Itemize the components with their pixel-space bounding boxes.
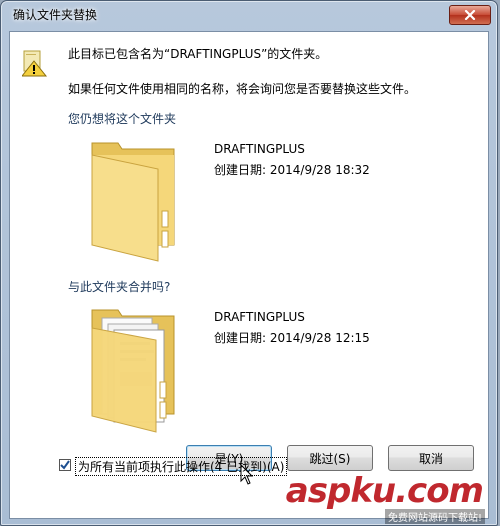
apply-all-label[interactable]: 为所有当前项执行此操作(4 已找到)(A) <box>75 457 288 476</box>
folder-with-files-icon <box>91 309 175 433</box>
watermark-sub: 免费网站源码下载站! <box>384 509 485 524</box>
source-folder-name: DRAFTINGPLUS <box>214 142 305 156</box>
merge-prompt-text: 与此文件夹合并吗? <box>68 280 171 294</box>
watermark: aspku.com 免费网站源码下载站! <box>286 471 491 524</box>
title-bar[interactable]: 确认文件夹替换 <box>1 1 497 31</box>
cancel-button[interactable]: 取消 <box>388 445 474 471</box>
dialog-content: 此目标已包含名为“DRAFTINGPLUS”的文件夹。 如果任何文件使用相同的名… <box>9 31 489 519</box>
target-folder-name: DRAFTINGPLUS <box>214 310 305 324</box>
headline-text: 此目标已包含名为“DRAFTINGPLUS”的文件夹。 <box>68 47 328 61</box>
warning-icon <box>22 50 48 77</box>
dialog-window: 确认文件夹替换 此目标已包含名为“DRAFTINGPLUS”的文件夹。 如果任何… <box>0 0 498 526</box>
close-icon <box>464 10 476 20</box>
close-button[interactable] <box>449 5 491 25</box>
source-folder-created: 创建日期: 2014/9/28 18:32 <box>214 163 370 177</box>
checkmark-icon <box>60 460 70 470</box>
prompt-text: 您仍想将这个文件夹 <box>68 112 177 126</box>
folder-icon <box>91 142 175 262</box>
apply-all-checkbox[interactable] <box>59 459 71 471</box>
target-folder-created: 创建日期: 2014/9/28 12:15 <box>214 331 370 345</box>
watermark-brand: aspku.com <box>285 471 484 511</box>
window-title: 确认文件夹替换 <box>13 8 98 22</box>
detail-text: 如果任何文件使用相同的名称，将会询问您是否要替换这些文件。 <box>68 82 417 96</box>
skip-button[interactable]: 跳过(S) <box>287 445 373 471</box>
